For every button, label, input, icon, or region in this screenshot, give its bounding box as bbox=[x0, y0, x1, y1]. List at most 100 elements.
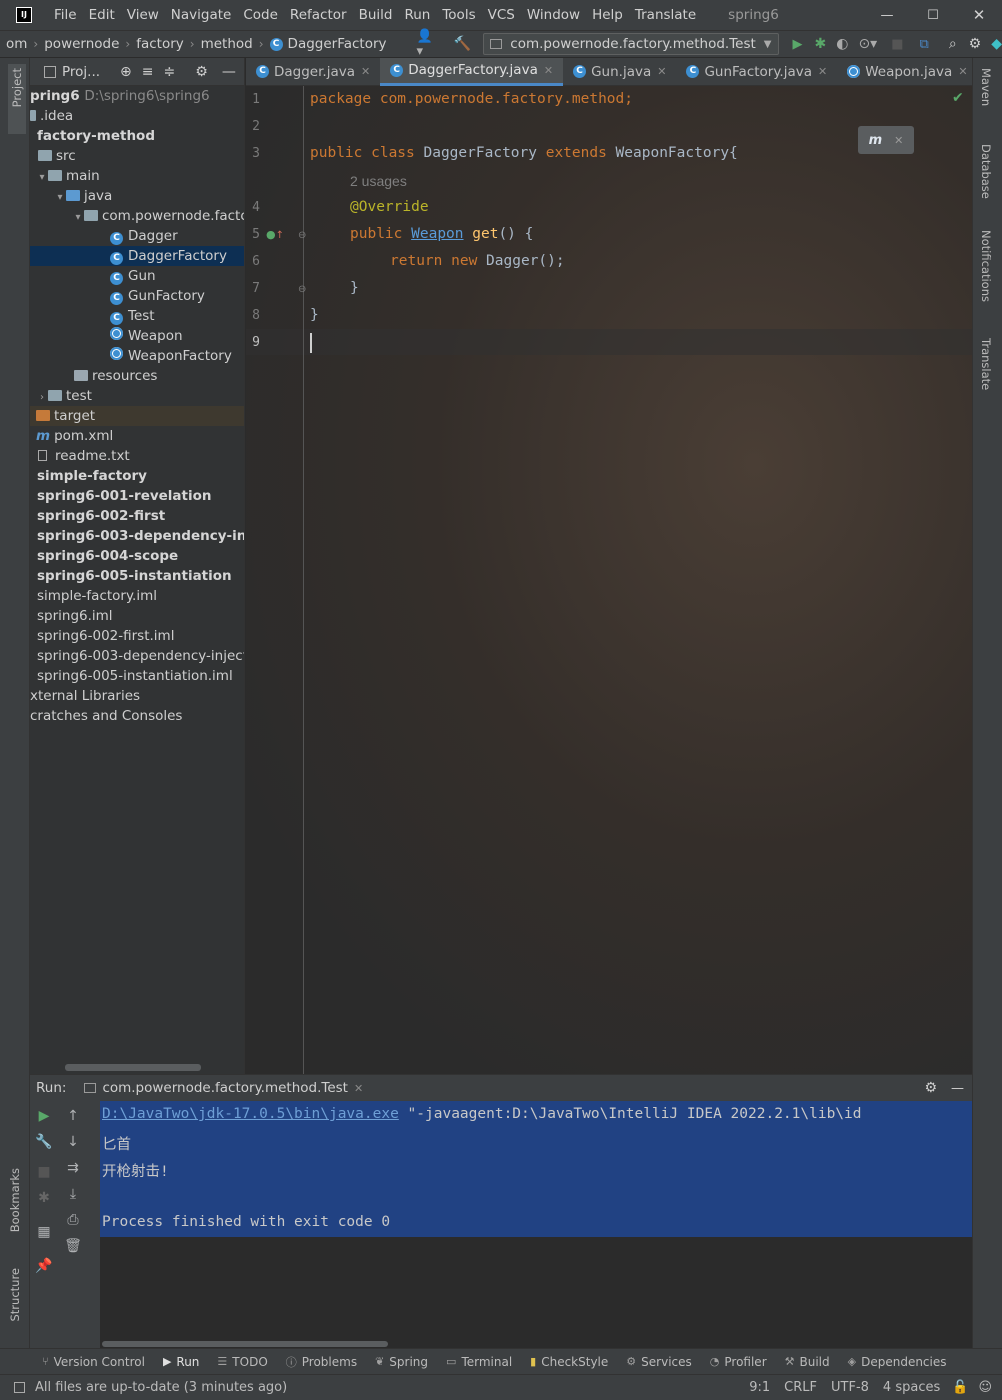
maximize-icon[interactable]: ☐ bbox=[910, 8, 956, 23]
menu-navigate[interactable]: Navigate bbox=[165, 7, 238, 23]
breadcrumb-item[interactable]: method bbox=[201, 36, 253, 52]
caret-position[interactable]: 9:1 bbox=[749, 1380, 770, 1395]
tree-root[interactable]: pring6 D:\spring6\spring6 bbox=[30, 86, 244, 106]
pin-icon[interactable]: 📌 bbox=[33, 1255, 55, 1277]
notifications-tool-button[interactable]: Notifications bbox=[979, 230, 993, 306]
tree-item-module[interactable]: spring6-004-scope bbox=[30, 546, 244, 566]
tree-item-file[interactable]: spring6-003-dependency-injectio bbox=[30, 646, 244, 666]
services-tool[interactable]: ⚙ Services bbox=[626, 1355, 691, 1369]
menu-help[interactable]: Help bbox=[586, 7, 629, 23]
tree-item-folder[interactable]: ▾ main bbox=[30, 166, 244, 186]
tree-item-interface[interactable]: WeaponFactory bbox=[30, 346, 244, 366]
tree-item-module[interactable]: spring6-005-instantiation bbox=[30, 566, 244, 586]
breadcrumb-item[interactable]: om bbox=[6, 36, 27, 52]
menu-tools[interactable]: Tools bbox=[436, 7, 481, 23]
build-tool[interactable]: ⚒ Build bbox=[785, 1355, 830, 1369]
menu-translate[interactable]: Translate bbox=[629, 7, 702, 23]
collapse-all-icon[interactable]: ≑ bbox=[164, 64, 176, 80]
tree-item-idea[interactable]: .idea bbox=[30, 106, 244, 126]
tree-item-interface[interactable]: Weapon bbox=[30, 326, 244, 346]
memory-icon[interactable]: ☺ bbox=[978, 1380, 992, 1395]
menu-run[interactable]: Run bbox=[398, 7, 436, 23]
layout-icon[interactable]: ▦ bbox=[33, 1221, 55, 1243]
tree-item-module[interactable]: spring6-001-revelation bbox=[30, 486, 244, 506]
coverage-icon[interactable]: ◐ bbox=[836, 36, 848, 52]
trash-icon[interactable]: 🗑 bbox=[62, 1235, 84, 1257]
tree-item-folder[interactable]: src bbox=[30, 146, 244, 166]
tree-item-file[interactable]: spring6.iml bbox=[30, 606, 244, 626]
tree-item-class[interactable]: C Test bbox=[30, 306, 244, 326]
tree-item-file[interactable]: simple-factory.iml bbox=[30, 586, 244, 606]
scroll-to-end-icon[interactable]: ⤓ bbox=[62, 1183, 84, 1205]
translate-icon[interactable]: ⧉ bbox=[920, 37, 929, 52]
problems-tool[interactable]: ⓘ Problems bbox=[286, 1354, 357, 1370]
stop-icon[interactable]: ■ bbox=[891, 37, 903, 52]
chevron-down-icon[interactable]: ▾ bbox=[54, 188, 66, 206]
down-arrow-icon[interactable]: ↓ bbox=[62, 1131, 84, 1153]
terminal-tool[interactable]: ▭ Terminal bbox=[446, 1355, 512, 1369]
gear-icon[interactable]: ⚙ bbox=[195, 64, 208, 80]
tree-item-module[interactable]: factory-method bbox=[30, 126, 244, 146]
project-view-selector[interactable]: Proj... bbox=[62, 64, 100, 80]
tree-item-file[interactable]: m pom.xml bbox=[30, 426, 244, 446]
breadcrumb-item[interactable]: powernode bbox=[44, 36, 119, 52]
run-tab[interactable]: com.powernode.factory.method.Test ✕ bbox=[84, 1080, 363, 1096]
gear-icon[interactable]: ⚙ bbox=[924, 1080, 937, 1096]
soft-wrap-icon[interactable]: ⇉ bbox=[62, 1157, 84, 1179]
close-icon[interactable]: ✕ bbox=[894, 134, 903, 147]
console-output[interactable]: D:\JavaTwo\jdk-17.0.5\bin\java.exe "-jav… bbox=[100, 1101, 972, 1349]
check-icon[interactable]: ✔ bbox=[952, 90, 964, 106]
tab-gun[interactable]: C Gun.java ✕ bbox=[563, 58, 676, 86]
structure-tool-button[interactable]: Structure bbox=[8, 1268, 26, 1322]
checkstyle-tool[interactable]: ▮ CheckStyle bbox=[530, 1355, 608, 1369]
tree-item-module[interactable]: spring6-003-dependency-inject bbox=[30, 526, 244, 546]
wrench-icon[interactable]: 🔧 bbox=[33, 1131, 55, 1153]
tab-dagger[interactable]: C Dagger.java ✕ bbox=[246, 58, 380, 86]
tree-item-class[interactable]: C Dagger bbox=[30, 226, 244, 246]
gear-icon[interactable]: ⚙ bbox=[969, 36, 982, 52]
translate-tool-button[interactable]: Translate bbox=[979, 338, 993, 394]
tree-item-folder[interactable]: resources bbox=[30, 366, 244, 386]
menu-edit[interactable]: Edit bbox=[83, 7, 121, 23]
bookmarks-tool-button[interactable]: Bookmarks bbox=[8, 1168, 26, 1232]
debug-icon[interactable]: ✱ bbox=[33, 1187, 55, 1209]
line-separator[interactable]: CRLF bbox=[784, 1380, 817, 1395]
debug-icon[interactable]: ✱ bbox=[815, 36, 827, 52]
run-config-selector[interactable]: com.powernode.factory.method.Test ▼ bbox=[483, 33, 779, 55]
tree-item-file[interactable]: spring6-005-instantiation.iml bbox=[30, 666, 244, 686]
fold-icon[interactable]: ⊖ bbox=[298, 230, 306, 241]
menu-view[interactable]: View bbox=[121, 7, 165, 23]
type-link[interactable]: Weapon bbox=[411, 226, 463, 242]
tree-item-libraries[interactable]: xternal Libraries bbox=[30, 686, 244, 706]
status-message[interactable]: All files are up-to-date (3 minutes ago) bbox=[35, 1380, 287, 1395]
close-icon[interactable]: ✕ bbox=[544, 64, 553, 77]
tree-item-folder[interactable]: › test bbox=[30, 386, 244, 406]
indent-setting[interactable]: 4 spaces bbox=[883, 1380, 940, 1395]
override-marker-icon[interactable]: ●↑ bbox=[266, 228, 284, 241]
horizontal-scrollbar[interactable] bbox=[65, 1064, 201, 1071]
menu-file[interactable]: File bbox=[48, 7, 83, 23]
run-tool[interactable]: ▶ Run bbox=[163, 1355, 199, 1369]
project-tool-button[interactable]: Project bbox=[8, 64, 26, 134]
close-icon[interactable]: ✕ bbox=[657, 65, 666, 78]
tree-item-scratches[interactable]: cratches and Consoles bbox=[30, 706, 244, 726]
hide-icon[interactable]: — bbox=[222, 64, 236, 80]
usages-hint[interactable]: 2 usages bbox=[350, 173, 407, 189]
hammer-icon[interactable]: 🔨 bbox=[454, 36, 471, 52]
panel-toggle-icon[interactable] bbox=[14, 1382, 25, 1393]
expand-all-icon[interactable]: ≡ bbox=[142, 64, 154, 80]
locate-icon[interactable]: ⊕ bbox=[120, 64, 132, 80]
spring-tool[interactable]: ❦ Spring bbox=[375, 1355, 428, 1369]
tab-dagger-factory[interactable]: C DaggerFactory.java ✕ bbox=[380, 58, 564, 86]
console-link[interactable]: D:\JavaTwo\jdk-17.0.5\bin\java.exe bbox=[102, 1106, 399, 1122]
tree-item-module[interactable]: spring6-002-first bbox=[30, 506, 244, 526]
database-tool-button[interactable]: Database bbox=[979, 144, 993, 203]
tree-item-file[interactable]: readme.txt bbox=[30, 446, 244, 466]
tree-item-folder[interactable]: ▾ java bbox=[30, 186, 244, 206]
menu-vcs[interactable]: VCS bbox=[482, 7, 521, 23]
tree-item-module[interactable]: simple-factory bbox=[30, 466, 244, 486]
app-logo[interactable]: IJ bbox=[16, 7, 32, 23]
fold-icon[interactable]: ⊖ bbox=[298, 284, 306, 295]
hide-icon[interactable]: — bbox=[951, 1081, 964, 1096]
tree-item-class-selected[interactable]: C DaggerFactory bbox=[30, 246, 244, 266]
